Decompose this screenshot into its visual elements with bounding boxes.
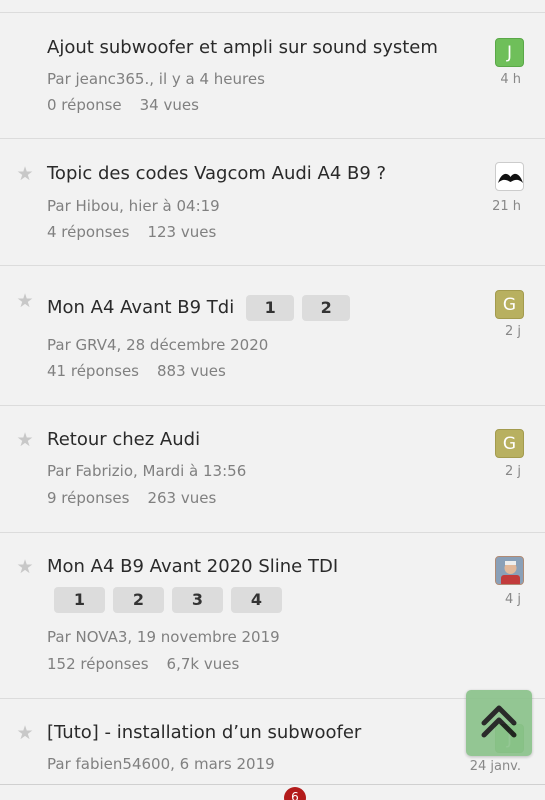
photo-avatar-icon [496, 557, 523, 584]
topic-title-line: Mon A4 Avant B9 Tdi 1 2 [47, 295, 351, 321]
topic-row[interactable]: ★ Mon A4 B9 Avant 2020 Sline TDI 1 2 3 4… [0, 533, 545, 699]
star-icon[interactable]: ★ [15, 164, 35, 184]
topic-row[interactable]: Ajout subwoofer et ampli sur sound syste… [0, 13, 545, 139]
topic-stats: 0 réponse 34 vues [47, 95, 199, 115]
double-chevron-up-icon [481, 705, 517, 738]
avatar[interactable]: G [495, 290, 524, 319]
topic-stats: 152 réponses 6,7k vues [47, 654, 239, 674]
view-count: 6,7k vues [166, 655, 240, 673]
reply-count: 152 réponses [47, 655, 149, 673]
topic-title[interactable]: [Tuto] - installation d’un subwoofer [47, 721, 361, 745]
view-count: 34 vues [139, 96, 199, 114]
topic-author-date[interactable]: Par Hibou, hier à 04:19 [47, 196, 220, 216]
page-links: 12 [246, 295, 351, 321]
topic-author-date[interactable]: Par GRV4, 28 décembre 2020 [47, 335, 268, 355]
avatar[interactable] [495, 556, 524, 585]
avatar[interactable] [495, 162, 524, 191]
view-count: 123 vues [147, 223, 217, 241]
topic-author-date[interactable]: Par fabien54600, 6 mars 2019 [47, 754, 275, 774]
star-icon[interactable]: ★ [15, 430, 35, 450]
page-link[interactable]: 3 [172, 587, 223, 613]
topic-author-date[interactable]: Par NOVA3, 19 novembre 2019 [47, 627, 280, 647]
last-reply-time[interactable]: 2 j [451, 464, 521, 479]
last-reply-time[interactable]: 4 j [451, 592, 521, 607]
avatar-letter: J [506, 43, 512, 63]
page-links: 1 2 3 4 [54, 587, 282, 613]
page-link[interactable]: 1 [54, 587, 105, 613]
view-count: 263 vues [147, 489, 217, 507]
topic-stats: 41 réponses 883 vues [47, 361, 226, 381]
bottom-navigation-bar [0, 784, 545, 800]
star-icon[interactable]: ★ [15, 291, 35, 311]
scroll-to-top-button[interactable] [466, 690, 532, 756]
topic-list: Ajout subwoofer et ampli sur sound syste… [0, 12, 545, 800]
topic-author-date[interactable]: Par jeanc365., il y a 4 heures [47, 69, 265, 89]
view-count: 883 vues [157, 362, 226, 380]
star-icon[interactable]: ★ [15, 557, 35, 577]
page-link[interactable]: 1 [246, 295, 295, 321]
last-reply-time[interactable]: 21 h [451, 199, 521, 214]
topic-author-date[interactable]: Par Fabrizio, Mardi à 13:56 [47, 461, 246, 481]
topic-row[interactable]: ★ Retour chez Audi Par Fabrizio, Mardi à… [0, 406, 545, 533]
mustache-avatar-icon [498, 173, 523, 183]
star-icon[interactable]: ★ [15, 723, 35, 743]
page-link[interactable]: 4 [231, 587, 282, 613]
topic-title[interactable]: Mon A4 B9 Avant 2020 Sline TDI [47, 555, 338, 579]
avatar-letter: G [502, 295, 517, 315]
last-reply-time[interactable]: 4 h [451, 72, 521, 87]
last-reply-time[interactable]: 24 janv. [451, 759, 521, 774]
reply-count: 9 réponses [47, 489, 130, 507]
topic-row[interactable]: ★ Mon A4 Avant B9 Tdi 1 2 Par GRV4, 28 déc… [0, 266, 545, 406]
reply-count: 4 réponses [47, 223, 130, 241]
page-link[interactable]: 2 [302, 295, 351, 321]
avatar-letter: G [502, 434, 517, 454]
page-link[interactable]: 2 [113, 587, 164, 613]
avatar[interactable]: J [495, 38, 524, 67]
topic-title[interactable]: Retour chez Audi [47, 428, 200, 452]
topic-stats: 4 réponses 123 vues [47, 222, 216, 242]
topic-row[interactable]: ★ Topic des codes Vagcom Audi A4 B9 ? Pa… [0, 139, 545, 266]
topic-stats: 9 réponses 263 vues [47, 488, 216, 508]
topic-title[interactable]: Mon A4 Avant B9 Tdi [47, 297, 234, 318]
topic-title[interactable]: Topic des codes Vagcom Audi A4 B9 ? [47, 162, 386, 186]
last-reply-time[interactable]: 2 j [451, 324, 521, 339]
topic-title[interactable]: Ajout subwoofer et ampli sur sound syste… [47, 36, 438, 60]
reply-count: 41 réponses [47, 362, 139, 380]
avatar[interactable]: G [495, 429, 524, 458]
reply-count: 0 réponse [47, 96, 122, 114]
